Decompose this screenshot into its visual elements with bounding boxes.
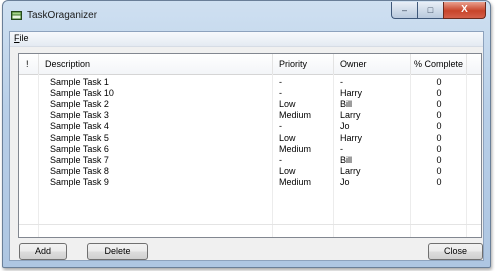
cell-priority: Medium [279, 143, 312, 154]
cell-priority: Medium [279, 176, 312, 187]
header-owner[interactable]: Owner [334, 54, 411, 74]
close-window-button[interactable]: X [443, 2, 486, 19]
cell-priority: - [279, 121, 282, 132]
cell-description: Sample Task 4 [50, 121, 109, 132]
menu-bar: File [10, 32, 483, 47]
cell-description: Sample Task 10 [50, 88, 114, 99]
minimize-button[interactable]: – [391, 2, 417, 19]
cell-priority: - [279, 154, 282, 165]
close-icon: X [461, 4, 468, 15]
menu-file-rest: ile [19, 33, 29, 43]
window-title: TaskOraganizer [27, 10, 98, 21]
table-row[interactable]: Sample Task 1 - - 0 [19, 77, 481, 88]
cell-complete: 0 [436, 88, 442, 99]
cell-priority: - [279, 88, 282, 99]
cell-description: Sample Task 1 [50, 77, 109, 87]
cell-complete: 0 [436, 132, 442, 143]
menu-file[interactable]: File [12, 33, 31, 43]
add-button[interactable]: Add [19, 243, 67, 260]
task-organizer-window: TaskOraganizer – □ X File ! Description … [2, 0, 491, 268]
cell-description: Sample Task 3 [50, 110, 109, 121]
title-bar[interactable]: TaskOraganizer – □ X [3, 1, 490, 31]
minimize-icon: – [401, 4, 407, 15]
cell-owner: Harry [340, 88, 362, 99]
cell-description: Sample Task 6 [50, 143, 109, 154]
cell-owner: - [340, 77, 343, 87]
delete-button[interactable]: Delete [87, 243, 148, 260]
cell-priority: - [279, 77, 282, 87]
cell-complete: 0 [436, 176, 442, 187]
app-window-icon [11, 11, 22, 20]
table-row[interactable]: Sample Task 5 Low Harry 0 [19, 133, 481, 144]
cell-complete: 0 [436, 77, 442, 87]
cell-complete: 0 [436, 154, 442, 165]
cell-priority: Low [279, 99, 296, 110]
header-description[interactable]: Description [39, 54, 273, 74]
table-header: ! Description Priority Owner % Complete [19, 54, 481, 75]
cell-complete: 0 [436, 110, 442, 121]
row-divider [19, 224, 481, 225]
cell-owner: Bill [340, 99, 353, 110]
cell-owner: - [340, 143, 343, 154]
close-button[interactable]: Close [428, 243, 483, 260]
cell-description: Sample Task 5 [50, 132, 109, 143]
cell-owner: Bill [340, 154, 353, 165]
table-row[interactable]: Sample Task 4 - Jo 0 [19, 121, 481, 132]
table-row[interactable]: Sample Task 2 Low Bill 0 [19, 99, 481, 110]
header-flag[interactable]: ! [19, 54, 39, 74]
client-area: File ! Description Priority Owner % Comp… [9, 31, 484, 261]
cell-description: Sample Task 8 [50, 165, 109, 176]
cell-owner: Harry [340, 132, 362, 143]
maximize-button[interactable]: □ [417, 2, 443, 19]
table-row[interactable]: Sample Task 7 - Bill 0 [19, 155, 481, 166]
caption-buttons: – □ X [391, 2, 486, 20]
table-row[interactable]: Sample Task 8 Low Larry 0 [19, 166, 481, 177]
cell-owner: Larry [340, 110, 361, 121]
cell-description: Sample Task 7 [50, 154, 109, 165]
table-row[interactable]: Sample Task 6 Medium - 0 [19, 144, 481, 155]
cell-complete: 0 [436, 165, 442, 176]
cell-owner: Jo [340, 176, 350, 187]
cell-priority: Low [279, 165, 296, 176]
cell-priority: Medium [279, 110, 312, 121]
cell-complete: 0 [436, 99, 442, 110]
cell-description: Sample Task 2 [50, 99, 109, 110]
table-row[interactable]: Sample Task 9 Medium Jo 0 [19, 177, 481, 188]
cell-owner: Jo [340, 121, 350, 132]
cell-description: Sample Task 9 [50, 176, 109, 187]
cell-complete: 0 [436, 143, 442, 154]
table-row[interactable]: Sample Task 3 Medium Larry 0 [19, 110, 481, 121]
header-filler [467, 54, 481, 74]
cell-complete: 0 [436, 121, 442, 132]
cell-owner: Larry [340, 165, 361, 176]
task-list-grid[interactable]: ! Description Priority Owner % Complete … [18, 53, 482, 238]
cell-priority: Low [279, 132, 296, 143]
maximize-icon: □ [427, 4, 434, 15]
header-priority[interactable]: Priority [273, 54, 334, 74]
header-complete[interactable]: % Complete [411, 54, 467, 74]
table-row[interactable]: Sample Task 10 - Harry 0 [19, 88, 481, 99]
